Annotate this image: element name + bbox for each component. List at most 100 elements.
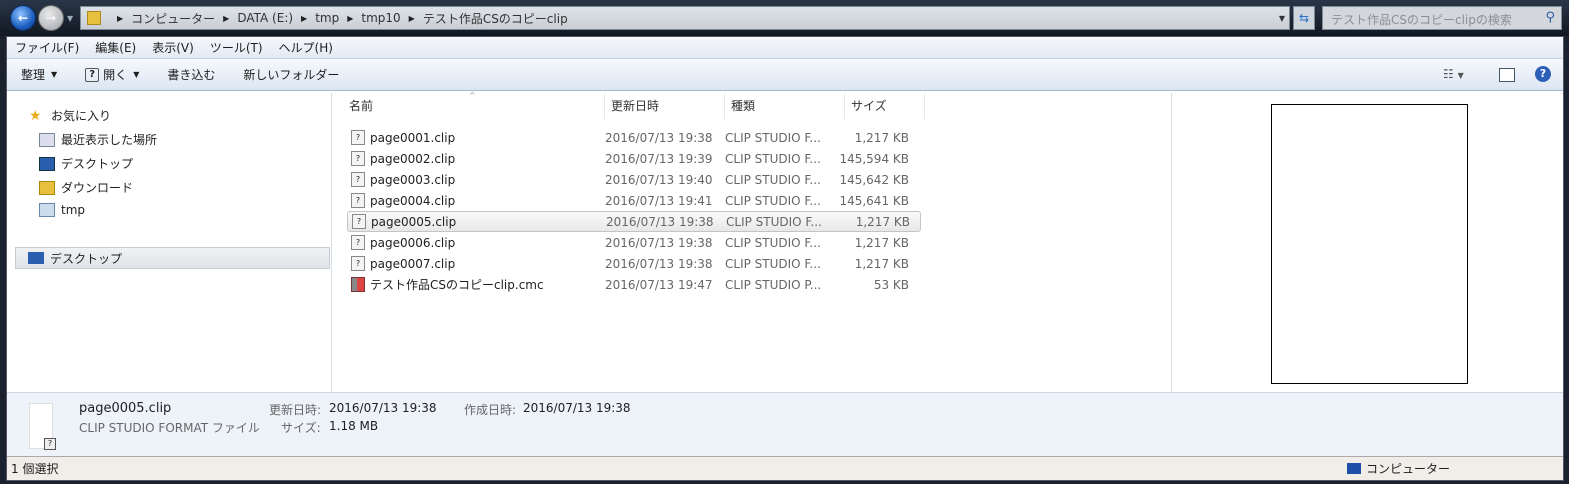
clip-file-icon: ? [352, 214, 366, 229]
file-row[interactable]: ? page0001.clip 2016/07/13 19:38 CLIP STUDI… [347, 127, 921, 148]
file-list: 名前 ^ 更新日時 種類 サイズ ? page0001.clip 2016/07/13… [333, 91, 1171, 392]
help-icon[interactable]: ? [1535, 66, 1551, 82]
view-options-icon[interactable]: ☷ ▼ [1443, 67, 1464, 81]
title-bar: ← → ▼ ▶ コンピューター ▶ DATA (E:) ▶ tmp ▶ tmp10 ▶ テ… [0, 0, 1569, 36]
file-name-text: page0007.clip [370, 256, 456, 271]
organize-button[interactable]: 整理 ▼ [21, 66, 57, 83]
file-size: 145,594 KB [839, 151, 909, 166]
menu-file[interactable]: ファイル(F) [15, 39, 79, 56]
preview-pane [1171, 93, 1563, 392]
recent-places-icon [39, 132, 55, 147]
file-size: 145,641 KB [839, 193, 909, 208]
column-header-date[interactable]: 更新日時 [605, 93, 725, 119]
column-header-type[interactable]: 種類 [725, 93, 845, 119]
page-preview [1271, 104, 1468, 384]
column-header-name[interactable]: 名前 ^ [333, 91, 605, 119]
back-button[interactable]: ← [10, 5, 36, 31]
file-date: 2016/07/13 19:41 [605, 193, 713, 208]
file-row[interactable]: ? page0006.clip 2016/07/13 19:38 CLIP STUDI… [347, 232, 921, 253]
file-name: ? page0004.clip [347, 193, 605, 208]
sidebar-item-desktop[interactable]: デスクトップ [39, 155, 133, 172]
file-date: 2016/07/13 19:40 [605, 172, 713, 187]
file-type: CLIP STUDIO F... [725, 151, 821, 166]
created-label: 作成日時: [464, 403, 517, 417]
file-row[interactable]: ? page0002.clip 2016/07/13 19:39 CLIP STUDI… [347, 148, 921, 169]
menu-bar: ファイル(F) 編集(E) 表示(V) ツール(T) ヘルプ(H) [7, 37, 1563, 59]
sidebar-label: デスクトップ [50, 251, 123, 266]
sidebar-label: デスクトップ [61, 157, 134, 171]
breadcrumb-item[interactable]: tmp10 [361, 11, 400, 25]
sidebar-item-desktop-root[interactable]: デスクトップ [15, 247, 330, 269]
downloads-folder-icon [39, 180, 55, 195]
clip-studio-icon: ? [85, 67, 100, 82]
recent-pages-dropdown[interactable]: ▼ [67, 14, 73, 23]
breadcrumb-item[interactable]: コンピューター [131, 10, 215, 27]
search-input[interactable]: テスト作品CSのコピーclipの検索 ⚲ [1322, 6, 1562, 30]
status-bar: 1 個選択 コンピューター [7, 456, 1563, 480]
clip-studio-icon: ? [44, 438, 56, 450]
column-header-size[interactable]: サイズ [845, 93, 925, 119]
new-folder-button[interactable]: 新しいフォルダー [243, 66, 339, 83]
refresh-icon[interactable]: ⇆ [1293, 6, 1315, 30]
clip-file-icon: ? [351, 130, 365, 145]
computer-icon [1347, 463, 1361, 474]
breadcrumb-arrow-icon[interactable]: ▶ [301, 14, 307, 23]
preview-pane-icon[interactable] [1499, 68, 1515, 82]
file-size: 1,217 KB [854, 256, 909, 271]
file-thumbnail: ? [29, 403, 56, 450]
file-type: CLIP STUDIO F... [725, 172, 821, 187]
address-bar[interactable]: ▶ コンピューター ▶ DATA (E:) ▶ tmp ▶ tmp10 ▶ テスト作品CS… [80, 6, 1290, 30]
menu-tools[interactable]: ツール(T) [210, 39, 263, 56]
location-label: コンピューター [1366, 462, 1451, 476]
file-date: 2016/07/13 19:38 [606, 214, 714, 229]
file-date: 2016/07/13 19:47 [605, 277, 713, 292]
sidebar-item-tmp[interactable]: tmp [39, 203, 85, 217]
breadcrumb-arrow-icon[interactable]: ▶ [117, 14, 123, 23]
breadcrumb-arrow-icon[interactable]: ▶ [409, 14, 415, 23]
menu-view[interactable]: 表示(V) [152, 39, 194, 56]
file-size: 53 KB [873, 277, 909, 292]
file-name: ? page0002.clip [347, 151, 605, 166]
file-name: ? page0005.clip [348, 214, 606, 229]
details-pane: ? page0005.clip CLIP STUDIO FORMAT ファイル … [7, 392, 1563, 456]
breadcrumb-item[interactable]: DATA (E:) [237, 11, 293, 25]
breadcrumb-item[interactable]: テスト作品CSのコピーclip [423, 10, 568, 27]
menu-help[interactable]: ヘルプ(H) [279, 39, 333, 56]
breadcrumb-arrow-icon[interactable]: ▶ [347, 14, 353, 23]
menu-edit[interactable]: 編集(E) [95, 39, 136, 56]
clip-file-icon: ? [351, 172, 365, 187]
file-name-text: page0006.clip [370, 235, 456, 250]
breadcrumb-arrow-icon[interactable]: ▶ [223, 14, 229, 23]
burn-button[interactable]: 書き込む [167, 66, 215, 83]
file-name: テスト作品CSのコピーclip.cmc [347, 276, 605, 293]
sidebar-item-downloads[interactable]: ダウンロード [39, 179, 133, 196]
file-type: CLIP STUDIO F... [725, 193, 821, 208]
file-row[interactable]: テスト作品CSのコピーclip.cmc 2016/07/13 19:47 CLIP … [347, 274, 921, 295]
forward-button[interactable]: → [38, 5, 64, 31]
details-filename: page0005.clip [79, 401, 172, 416]
file-row[interactable]: ? page0007.clip 2016/07/13 19:38 CLIP STUDI… [347, 253, 921, 274]
sidebar-item-recent[interactable]: 最近表示した場所 [39, 131, 157, 148]
cmc-file-icon [351, 277, 365, 292]
file-row[interactable]: ? page0005.clip 2016/07/13 19:38 CLIP STUDI… [347, 211, 921, 232]
sidebar-item-favorites[interactable]: ★ お気に入り [29, 107, 111, 124]
file-date: 2016/07/13 19:38 [605, 256, 713, 271]
search-icon[interactable]: ⚲ [1545, 10, 1555, 25]
address-dropdown-icon[interactable]: ▼ [1279, 14, 1285, 23]
file-name-text: page0002.clip [370, 151, 456, 166]
sort-ascending-icon: ^ [469, 91, 476, 100]
file-date: 2016/07/13 19:39 [605, 151, 713, 166]
breadcrumb-item[interactable]: tmp [315, 11, 339, 25]
created-value: 2016/07/13 19:38 [523, 401, 631, 415]
file-type: CLIP STUDIO F... [725, 130, 821, 145]
modified-label: 更新日時: [269, 403, 322, 417]
folder-link-icon [39, 203, 55, 217]
file-size: 145,642 KB [839, 172, 909, 187]
file-row[interactable]: ? page0003.clip 2016/07/13 19:40 CLIP STUDI… [347, 169, 921, 190]
file-size: 1,217 KB [854, 130, 909, 145]
selection-count: 1 個選択 [11, 462, 59, 476]
file-row[interactable]: ? page0004.clip 2016/07/13 19:41 CLIP STUDI… [347, 190, 921, 211]
navigation-pane: ★ お気に入り 最近表示した場所 デスクトップ ダウンロード tmp デスクトップ [7, 93, 332, 392]
open-button[interactable]: ? 開く ▼ [85, 66, 139, 83]
file-type: CLIP STUDIO F... [725, 256, 821, 271]
